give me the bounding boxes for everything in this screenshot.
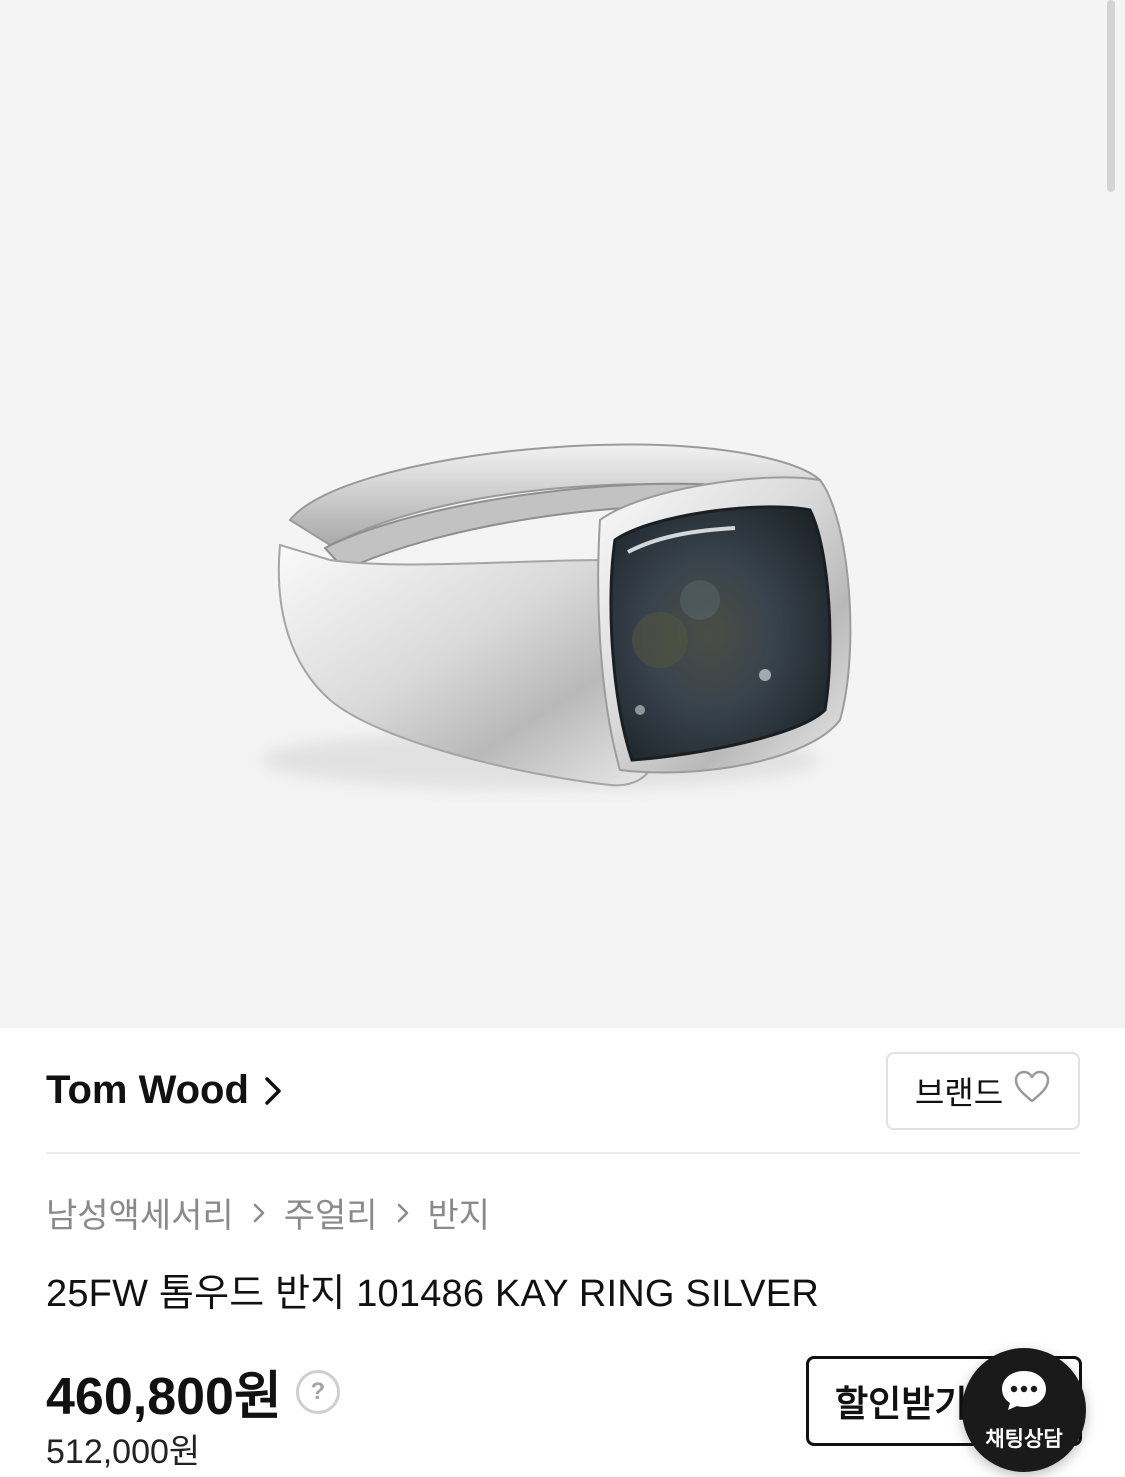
divider — [46, 1152, 1080, 1154]
chevron-right-icon — [263, 1075, 283, 1107]
chat-consult-label: 채팅상담 — [985, 1427, 1063, 1451]
breadcrumb-item[interactable]: 남성액세서리 — [46, 1188, 234, 1237]
question-circle-icon[interactable]: ? — [295, 1369, 340, 1414]
ring-illustration — [260, 443, 852, 790]
brand-favorite-button[interactable]: 브랜드 — [886, 1052, 1080, 1130]
brand-row: Tom Wood 브랜드 — [46, 1052, 1080, 1130]
get-discount-label: 할인받기 — [835, 1383, 968, 1424]
product-title: 25FW 톰우드 반지 101486 KAY RING SILVER — [46, 1273, 819, 1315]
brand-link[interactable]: Tom Wood — [46, 1068, 283, 1113]
original-price: 512,000원 — [46, 1433, 201, 1471]
chat-consult-button[interactable]: 채팅상담 — [962, 1348, 1086, 1472]
price-row: 460,800원 ? — [46, 1354, 340, 1429]
breadcrumb-item[interactable]: 주얼리 — [284, 1188, 378, 1237]
chevron-right-icon — [396, 1202, 410, 1224]
scrollbar[interactable] — [1107, 0, 1115, 192]
brand-favorite-label: 브랜드 — [914, 1075, 1004, 1111]
product-detail-page: Tom Wood 브랜드 남성액세서리 주얼리 반지 25FW 톰우드 반지 1… — [0, 0, 1125, 1477]
heart-outline-icon — [1013, 1070, 1051, 1112]
chat-bubble-icon — [999, 1368, 1049, 1417]
breadcrumb: 남성액세서리 주얼리 반지 — [46, 1188, 490, 1237]
chevron-right-icon — [252, 1202, 266, 1224]
sale-price: 460,800원 — [46, 1368, 282, 1426]
brand-name-label: Tom Wood — [46, 1068, 249, 1112]
product-image[interactable] — [0, 0, 1125, 1028]
breadcrumb-item[interactable]: 반지 — [428, 1188, 491, 1237]
